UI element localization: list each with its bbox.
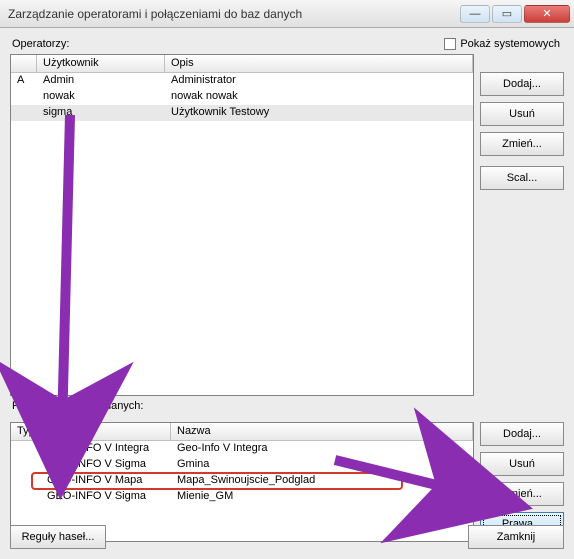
show-system-label: Pokaż systemowych <box>460 38 560 50</box>
close-dialog-button[interactable]: Zamknij <box>468 525 564 549</box>
table-row[interactable]: sigmaUżytkownik Testowy <box>11 105 473 121</box>
operators-add-button[interactable]: Dodaj... <box>480 72 564 96</box>
cell: sigma <box>37 105 165 121</box>
operators-section: Użytkownik Opis AAdminAdministratornowak… <box>10 54 564 396</box>
minimize-button[interactable]: — <box>460 5 490 23</box>
table-row[interactable]: GEO-INFO V SigmaGmina <box>11 457 473 473</box>
titlebar: Zarządzanie operatorami i połączeniami d… <box>0 0 574 28</box>
operators-merge-button[interactable]: Scal... <box>480 166 564 190</box>
operators-th-user: Użytkownik <box>37 55 165 72</box>
operators-edit-button[interactable]: Zmień... <box>480 132 564 156</box>
close-button[interactable]: ✕ <box>524 5 570 23</box>
connections-th-program: Programu <box>41 423 171 440</box>
cell: Mienie_GM <box>171 489 473 505</box>
operators-delete-button[interactable]: Usuń <box>480 102 564 126</box>
footer: Reguły haseł... Zamknij <box>10 525 564 549</box>
connections-label: Połączenia do baz danych: <box>10 396 564 416</box>
maximize-button[interactable]: ▭ <box>492 5 522 23</box>
table-row[interactable]: GEO-INFO V SigmaMienie_GM <box>11 489 473 505</box>
cell: Gmina <box>171 457 473 473</box>
connections-list-panel: Typ Programu Nazwa GEO-INFO V IntegraGeo… <box>10 422 474 542</box>
cell: nowak <box>37 89 165 105</box>
table-row[interactable]: nowaknowak nowak <box>11 89 473 105</box>
cell <box>11 105 37 121</box>
cell: GEO-INFO V Sigma <box>41 457 171 473</box>
operators-th-blank <box>11 55 37 72</box>
connections-section: Typ Programu Nazwa GEO-INFO V IntegraGeo… <box>10 422 564 542</box>
password-rules-button[interactable]: Reguły haseł... <box>10 525 106 549</box>
cell: A <box>11 73 37 89</box>
connections-delete-button[interactable]: Usuń <box>480 452 564 476</box>
cell: GEO-INFO V Sigma <box>41 489 171 505</box>
connections-thead: Typ Programu Nazwa <box>11 423 473 441</box>
cell: GEO-INFO V Mapa <box>41 473 171 489</box>
operators-tbody: AAdminAdministratornowaknowak nowaksigma… <box>11 73 473 121</box>
operators-list-panel: Użytkownik Opis AAdminAdministratornowak… <box>10 54 474 396</box>
checkbox-icon <box>444 38 456 50</box>
cell: Mapa_Swinoujscie_Podglad <box>171 473 473 489</box>
operators-th-desc: Opis <box>165 55 473 72</box>
cell <box>11 89 37 105</box>
cell: Administrator <box>165 73 473 89</box>
connections-th-name: Nazwa <box>171 423 473 440</box>
cell: Admin <box>37 73 165 89</box>
connections-add-button[interactable]: Dodaj... <box>480 422 564 446</box>
operators-header-row: Operatorzy: Pokaż systemowych <box>10 36 564 54</box>
cell <box>11 489 41 505</box>
cell <box>11 473 41 489</box>
title: Zarządzanie operatorami i połączeniami d… <box>8 7 458 21</box>
client-area: Operatorzy: Pokaż systemowych Użytkownik… <box>0 28 574 559</box>
connections-edit-button[interactable]: Zmień... <box>480 482 564 506</box>
cell: GEO-INFO V Integra <box>41 441 171 457</box>
cell <box>11 457 41 473</box>
connections-table[interactable]: Typ Programu Nazwa GEO-INFO V IntegraGeo… <box>10 422 474 542</box>
operators-buttons: Dodaj... Usuń Zmień... Scal... <box>480 54 564 396</box>
cell <box>11 441 41 457</box>
table-row[interactable]: GEO-INFO V IntegraGeo-Info V Integra <box>11 441 473 457</box>
show-system-checkbox[interactable]: Pokaż systemowych <box>444 38 560 50</box>
cell: nowak nowak <box>165 89 473 105</box>
cell: Użytkownik Testowy <box>165 105 473 121</box>
connections-th-type: Typ <box>11 423 41 440</box>
connections-buttons: Dodaj... Usuń Zmień... Prawa... <box>480 422 564 542</box>
operators-label: Operatorzy: <box>12 38 69 50</box>
table-row[interactable]: GEO-INFO V MapaMapa_Swinoujscie_Podglad <box>11 473 473 489</box>
connections-tbody: GEO-INFO V IntegraGeo-Info V IntegraGEO-… <box>11 441 473 505</box>
operators-thead: Użytkownik Opis <box>11 55 473 73</box>
table-row[interactable]: AAdminAdministrator <box>11 73 473 89</box>
operators-table[interactable]: Użytkownik Opis AAdminAdministratornowak… <box>10 54 474 396</box>
cell: Geo-Info V Integra <box>171 441 473 457</box>
